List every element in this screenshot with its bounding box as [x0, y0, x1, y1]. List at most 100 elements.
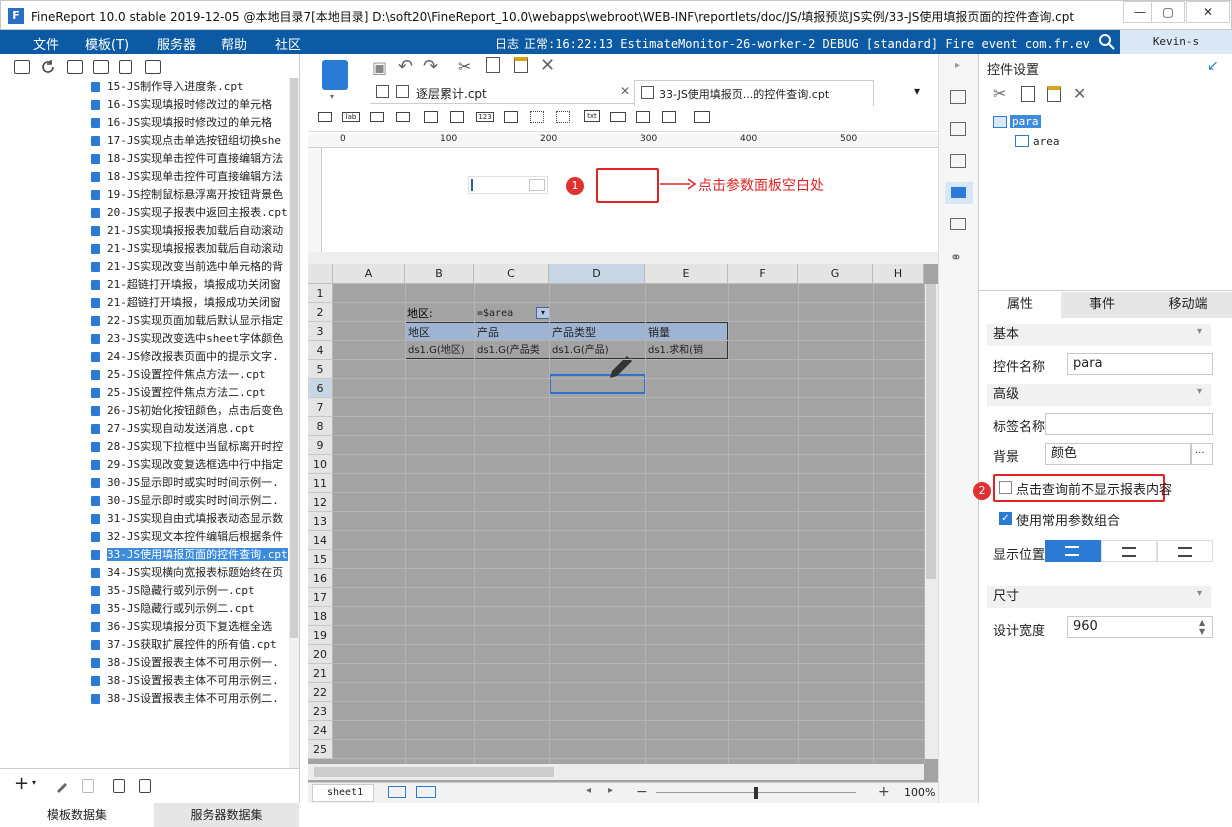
file-tree-item[interactable]: 21-超链打开填报，填报成功关闭窗: [0, 294, 288, 312]
column-header-d[interactable]: D: [549, 264, 645, 284]
copy-widget-icon[interactable]: [1021, 86, 1035, 102]
column-header-a[interactable]: A: [333, 264, 405, 284]
file-tree-item[interactable]: 22-JS实现页面加载后默认显示指定: [0, 312, 288, 330]
file-tree-item[interactable]: 21-JS实现填报报表加载后自动滚动: [0, 222, 288, 240]
tab-server-dataset[interactable]: 服务器数据集: [154, 803, 299, 827]
row-header[interactable]: 25: [308, 740, 333, 759]
date-widget-icon[interactable]: [424, 111, 438, 123]
number-widget-icon[interactable]: 123: [476, 112, 494, 122]
scroll-right-icon[interactable]: ▸: [608, 785, 613, 796]
password-widget-icon[interactable]: [610, 112, 626, 122]
paste-icon[interactable]: [514, 57, 528, 73]
checkbox-group-icon[interactable]: [556, 111, 570, 123]
row-header[interactable]: 13: [308, 512, 333, 531]
file-tree-item[interactable]: 35-JS隐藏行或列示例一.cpt: [0, 582, 288, 600]
scroll-left-icon[interactable]: ◂: [586, 785, 591, 796]
file-tree-item[interactable]: 31-JS实现自由式填报表动态显示数: [0, 510, 288, 528]
textarea-widget-icon[interactable]: [504, 111, 518, 123]
file-tree-item[interactable]: 32-JS实现文本控件编辑后根据条件: [0, 528, 288, 546]
settings-icon[interactable]: [93, 60, 109, 74]
file-tree-item[interactable]: 29-JS实现改变复选框选中行中指定: [0, 456, 288, 474]
grid-vertical-scrollbar[interactable]: [924, 284, 938, 759]
scrollbar-thumb[interactable]: [314, 767, 554, 777]
add-poly-sheet-icon[interactable]: [416, 786, 436, 798]
row-header[interactable]: 3: [308, 322, 333, 341]
row-header[interactable]: 4: [308, 341, 333, 360]
redo-icon[interactable]: ↷: [423, 56, 438, 77]
file-tree-item[interactable]: 35-JS隐藏行或列示例二.cpt: [0, 600, 288, 618]
tree-node-para[interactable]: para: [1010, 115, 1041, 128]
menu-community[interactable]: 社区: [275, 34, 301, 53]
save-icon[interactable]: ▣: [372, 58, 387, 77]
scrollbar-thumb[interactable]: [290, 78, 298, 638]
menu-help[interactable]: 帮助: [221, 34, 247, 53]
preview-dataset-icon[interactable]: [113, 779, 125, 793]
cell-d3[interactable]: 产品类型: [549, 322, 646, 341]
cell-c4[interactable]: ds1.G(产品类: [474, 340, 550, 359]
tab-events[interactable]: 事件: [1061, 292, 1143, 318]
textbox-widget-icon[interactable]: [370, 112, 384, 122]
file-tree-item[interactable]: 20-JS实现子报表中返回主报表.cpt: [0, 204, 288, 222]
report-grid[interactable]: 地区: =$area ▾ 地区 产品 产品类型 销量 ds1.G(地区) ds1…: [308, 264, 938, 782]
file-tree-item[interactable]: 25-JS设置控件焦点方法一.cpt: [0, 366, 288, 384]
tree-combo-widget-icon[interactable]: [662, 111, 676, 123]
tree-widget-icon[interactable]: [636, 111, 650, 123]
row-header[interactable]: 6: [308, 379, 333, 398]
cell-b4[interactable]: ds1.G(地区): [405, 340, 475, 359]
section-size[interactable]: 尺寸: [987, 586, 1211, 608]
tab-mobile[interactable]: 移动端: [1143, 292, 1232, 318]
float-element-icon[interactable]: [950, 154, 966, 168]
tag-name-input[interactable]: [1045, 413, 1213, 435]
file-tree-item[interactable]: 21-超链打开填报，填报成功关闭窗: [0, 276, 288, 294]
row-header[interactable]: 22: [308, 683, 333, 702]
row-header[interactable]: 18: [308, 607, 333, 626]
button-widget-icon[interactable]: [694, 111, 710, 123]
file-tree-item[interactable]: 18-JS实现单击控件可直接编辑方法: [0, 150, 288, 168]
row-header[interactable]: 5: [308, 360, 333, 379]
cut-icon[interactable]: ✂: [458, 57, 471, 76]
condition-attr-icon[interactable]: [950, 218, 966, 230]
tab-properties[interactable]: 属性: [979, 292, 1061, 318]
file-tree-item[interactable]: 27-JS实现自动发送消息.cpt: [0, 420, 288, 438]
file-tree-item[interactable]: 18-JS实现单击控件可直接编辑方法: [0, 168, 288, 186]
row-header[interactable]: 12: [308, 493, 333, 512]
cell-e3[interactable]: 销量: [645, 322, 728, 341]
file-tree-item[interactable]: 17-JS实现点击单选按钮组切换she: [0, 132, 288, 150]
file-tree-item[interactable]: 36-JS实现填报分页下复选框全选: [0, 618, 288, 636]
use-param-combo-checkbox[interactable]: ✓: [999, 512, 1012, 525]
align-left-button[interactable]: [1045, 540, 1101, 562]
editor-tab-2[interactable]: 33-JS使用填报页...的控件查询.cpt: [634, 80, 874, 106]
file-tree-item[interactable]: 28-JS实现下拉框中当鼠标离开时控: [0, 438, 288, 456]
add-dataset-icon[interactable]: +: [14, 775, 29, 793]
file-tree-item[interactable]: 26-JS初始化按钮颜色，点击后变色: [0, 402, 288, 420]
column-header-b[interactable]: B: [405, 264, 474, 284]
radio-group-icon[interactable]: [530, 111, 544, 123]
row-header[interactable]: 23: [308, 702, 333, 721]
editor-tab-1[interactable]: 逐层累计.cpt ✕: [370, 80, 634, 104]
close-window-button[interactable]: ✕: [1186, 1, 1230, 23]
background-input[interactable]: 颜色: [1045, 443, 1191, 465]
cell-attr-icon[interactable]: [950, 90, 966, 104]
file-tree-item[interactable]: 38-JS设置报表主体不可用示例二.: [0, 690, 288, 708]
tree-node-area[interactable]: area: [1033, 135, 1060, 148]
file-tree-item[interactable]: 33-JS使用填报页面的控件查询.cpt: [0, 546, 288, 564]
zoom-in-icon[interactable]: +: [878, 784, 890, 800]
column-header-h[interactable]: H: [873, 264, 924, 284]
section-advanced[interactable]: 高级: [987, 384, 1211, 406]
row-header[interactable]: 24: [308, 721, 333, 740]
zoom-out-icon[interactable]: −: [636, 785, 648, 799]
text-widget-icon[interactable]: lab: [342, 112, 360, 122]
dataset-param-icon[interactable]: [139, 779, 151, 793]
row-header[interactable]: 9: [308, 436, 333, 455]
refresh-icon[interactable]: [40, 59, 56, 75]
dropdown-widget-icon[interactable]: [396, 112, 410, 122]
file-tree-item[interactable]: 34-JS实现横向宽报表标题始终在页: [0, 564, 288, 582]
cell-info-icon[interactable]: [950, 122, 966, 136]
menu-file[interactable]: 文件: [33, 34, 59, 53]
row-header[interactable]: 2: [308, 303, 333, 322]
close-tab-icon[interactable]: ✕: [620, 84, 630, 98]
grid-horizontal-scrollbar[interactable]: [308, 764, 924, 780]
zoom-handle[interactable]: [754, 787, 758, 799]
template-type-icon[interactable]: [322, 60, 348, 90]
collapse-icon[interactable]: ▸: [955, 60, 960, 71]
